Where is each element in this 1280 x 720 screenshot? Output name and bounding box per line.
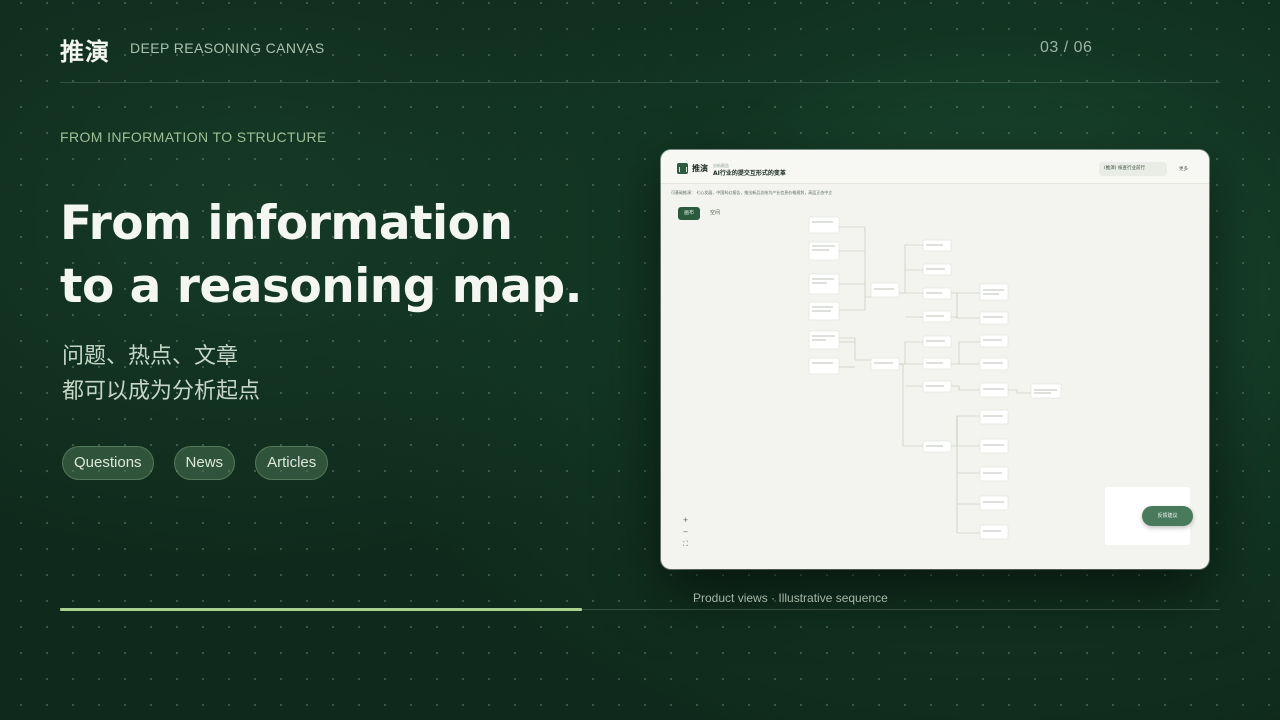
chip-news[interactable]: News (173, 446, 236, 480)
subtext-line-2: 都可以成为分析起点 (62, 379, 261, 404)
screenshot-caption: Product views · Illustrative sequence (693, 591, 888, 605)
tab-space[interactable]: 空间 (704, 207, 726, 220)
view-tabs: 画布 空间 (678, 207, 726, 220)
feedback-button[interactable]: 反馈建议 (1142, 506, 1193, 526)
subtext: 问题、热点、文章 都可以成为分析起点 (62, 339, 260, 409)
zoom-in-icon[interactable]: + (681, 516, 690, 525)
tab-canvas[interactable]: 画布 (678, 207, 701, 220)
headline: From information to a reasoning map. (60, 192, 620, 318)
brand-tagline: DEEP REASONING CANVAS (130, 40, 325, 56)
zoom-controls: + − ⛶ (681, 516, 690, 549)
product-screenshot: 推演 分析报告 AI行业的提交互形式的变革 (推演) 核查行业前行 更多 可基础… (661, 150, 1209, 569)
section-eyebrow: FROM INFORMATION TO STRUCTURE (60, 129, 327, 145)
slide-counter: 03 / 06 (1040, 39, 1093, 56)
chip-articles[interactable]: Articles (255, 446, 329, 480)
headline-line-2: to a reasoning map. (60, 259, 582, 314)
slide-progress-fill (60, 608, 582, 611)
source-chips: Questions News Articles (62, 446, 329, 480)
slide-progress-track (60, 608, 1220, 611)
fit-view-icon[interactable]: ⛶ (681, 540, 690, 549)
headline-line-1: From information (60, 196, 513, 251)
subtext-line-1: 问题、热点、文章 (62, 344, 239, 369)
header-divider (60, 82, 1220, 83)
chip-questions[interactable]: Questions (62, 446, 154, 480)
zoom-out-icon[interactable]: − (681, 528, 690, 537)
brand-logo: 推演 (60, 38, 110, 66)
